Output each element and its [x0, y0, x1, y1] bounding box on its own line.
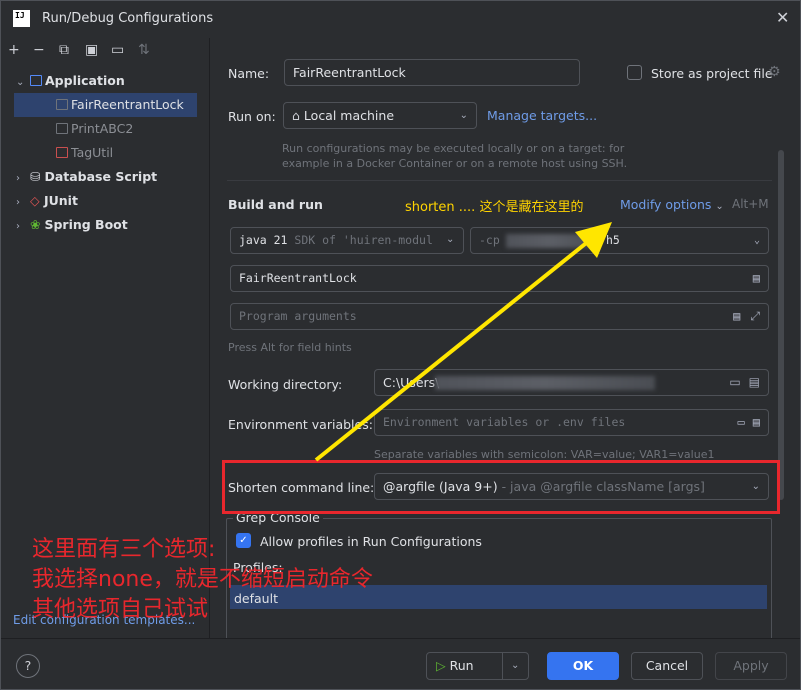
- annotation-red-line1: 这里面有三个选项:: [32, 537, 216, 562]
- annotation-red-line2: 我选择none，就是不缩短启动命令: [32, 567, 373, 592]
- annotation-red-line3: 其他选项自己试试: [32, 597, 209, 622]
- annotation-yellow-note: shorten .... 这个是藏在这里的: [405, 200, 584, 215]
